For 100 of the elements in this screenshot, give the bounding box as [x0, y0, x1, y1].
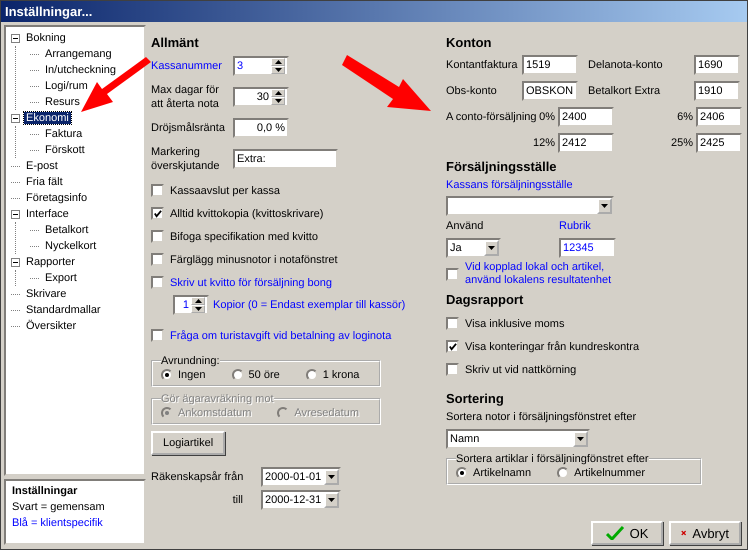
caret-down-icon: [194, 307, 202, 311]
input-field[interactable]: OBSKON: [522, 81, 578, 101]
input-field[interactable]: Extra:: [233, 149, 338, 169]
checkbox[interactable]: [446, 268, 459, 280]
caret-up-icon: [274, 91, 282, 95]
collapse-icon[interactable]: [11, 210, 20, 218]
collapse-icon[interactable]: [11, 34, 20, 42]
checkbox[interactable]: [151, 329, 164, 342]
input-field[interactable]: 2400: [558, 107, 614, 127]
collapse-icon[interactable]: [11, 258, 20, 266]
field-label: 25%: [670, 137, 694, 149]
checkbox-label: Visa inklusive moms: [465, 318, 564, 330]
dropdown[interactable]: Namn: [446, 429, 590, 449]
radio-button[interactable]: [456, 467, 468, 479]
tree-item[interactable]: Rapporter: [24, 256, 77, 268]
tree-item[interactable]: Förskott: [43, 144, 87, 156]
collapse-icon[interactable]: [11, 114, 20, 122]
tree-item[interactable]: Resurs: [43, 96, 82, 108]
tree-item[interactable]: Skrivare: [24, 288, 68, 300]
check-icon: [606, 526, 624, 540]
tree-item[interactable]: Betalkort: [43, 224, 90, 236]
checkbox[interactable]: [151, 230, 164, 243]
field-label: Kontantfaktura: [446, 59, 519, 71]
checkbox[interactable]: [151, 253, 164, 266]
legend-title: Inställningar: [12, 485, 78, 497]
radio-button[interactable]: [161, 369, 173, 381]
tree-item[interactable]: Företagsinfo: [24, 192, 90, 204]
legend-text: Blå = klientspecifik: [12, 517, 104, 529]
checkbox[interactable]: [151, 276, 164, 289]
section-heading: Sortering: [446, 391, 505, 406]
tree-item[interactable]: Interface: [24, 208, 71, 220]
checkbox[interactable]: [446, 340, 459, 353]
field-label: Kopior (0 = Endast exemplar till kassör): [213, 299, 406, 311]
field-label: Räkenskapsår från: [151, 471, 244, 483]
dropdown[interactable]: 2000-12-31: [261, 490, 341, 510]
radio-label: Artikelnamn: [473, 467, 532, 479]
radio-label: Ingen: [178, 369, 206, 381]
input-field[interactable]: 2406: [696, 107, 742, 127]
checkbox-label: Vid kopplad lokal och artikel, använd lokalens resultatenhet: [465, 261, 612, 287]
spin-field[interactable]: 3: [233, 56, 289, 76]
dropdown[interactable]: [446, 196, 614, 216]
field-label: Markering överskjutande: [151, 145, 220, 173]
group-title: Gör ägaravräkning mot: [161, 393, 274, 405]
field-label: A conto-försäljning: [446, 111, 536, 123]
legend-text: Svart = gemensam: [12, 501, 106, 513]
tree-item[interactable]: Export: [43, 272, 79, 284]
tree-item[interactable]: Standardmallar: [24, 304, 103, 316]
tree-item[interactable]: Nyckelkort: [43, 240, 98, 252]
ok-button[interactable]: OK: [591, 521, 663, 545]
input-field[interactable]: 0,0 %: [233, 118, 289, 138]
input-field[interactable]: 2425: [696, 133, 742, 153]
radio-label: Ankomstdatum: [178, 407, 252, 419]
field-label: Kassanummer: [151, 59, 223, 73]
radio-button[interactable]: [306, 369, 318, 381]
tree-item[interactable]: In/utcheckning: [43, 64, 118, 76]
dropdown[interactable]: Ja: [446, 238, 501, 258]
radio-label: 50 öre: [248, 369, 280, 381]
caret-down-icon: [601, 204, 608, 208]
tree-item[interactable]: Arrangemang: [43, 48, 114, 60]
group-title: Sortera artiklar i försäljningfönstret efter: [456, 453, 649, 465]
input-field[interactable]: 1519: [522, 55, 578, 75]
dropdown[interactable]: 2000-01-01: [261, 467, 341, 487]
input-field[interactable]: 1690: [694, 55, 740, 75]
radio-label: Avresedatum: [294, 407, 359, 419]
field-label: Använd: [446, 220, 484, 232]
checkbox[interactable]: [151, 184, 164, 197]
field-label: Max dagar för att återta nota: [151, 83, 220, 111]
checkbox[interactable]: [151, 207, 164, 220]
tree-item[interactable]: Bokning: [24, 32, 68, 44]
section-heading: Konton: [446, 35, 492, 50]
field-label: 0%: [539, 111, 556, 123]
tree-item[interactable]: Faktura: [43, 128, 84, 140]
radio-button[interactable]: [232, 369, 244, 381]
logiartikel-button[interactable]: Logiartikel: [151, 431, 226, 455]
checkbox[interactable]: [446, 363, 459, 376]
input-field[interactable]: 1910: [694, 81, 740, 101]
spin-field[interactable]: 1: [173, 295, 209, 315]
tree-item[interactable]: E-post: [24, 160, 60, 172]
caret-up-icon: [274, 60, 282, 64]
checkbox-label: Färglägg minusnotor i notafönstret: [170, 254, 338, 266]
radio-button[interactable]: [557, 467, 570, 479]
tree-item[interactable]: Översikter: [24, 320, 78, 332]
caret-down-icon: [328, 475, 335, 479]
checkbox-label: Fråga om turistavgift vid betalning av loginota: [170, 330, 392, 342]
caret-down-icon: [274, 68, 282, 72]
caret-up-icon: [194, 299, 202, 303]
section-heading: Dagsrapport: [446, 292, 524, 307]
caret-down-icon: [328, 498, 335, 502]
tree-item[interactable]: Fria fält: [24, 176, 65, 188]
radio-label: 1 krona: [322, 369, 360, 381]
spin-field[interactable]: 30: [233, 87, 289, 107]
checkbox[interactable]: [446, 317, 459, 330]
tree-item[interactable]: Logi/rum: [43, 80, 90, 92]
checkbox-label: Skriv ut vid nattkörning: [465, 364, 576, 376]
input-field[interactable]: 2412: [558, 133, 614, 153]
cancel-button[interactable]: Avbryt: [669, 521, 741, 545]
caret-down-icon: [488, 246, 495, 250]
input-field[interactable]: 12345: [559, 238, 616, 258]
tree-item[interactable]: Ekonomi: [24, 112, 71, 124]
checkbox-label: Alltid kvittokopia (kvittoskrivare): [170, 208, 324, 220]
